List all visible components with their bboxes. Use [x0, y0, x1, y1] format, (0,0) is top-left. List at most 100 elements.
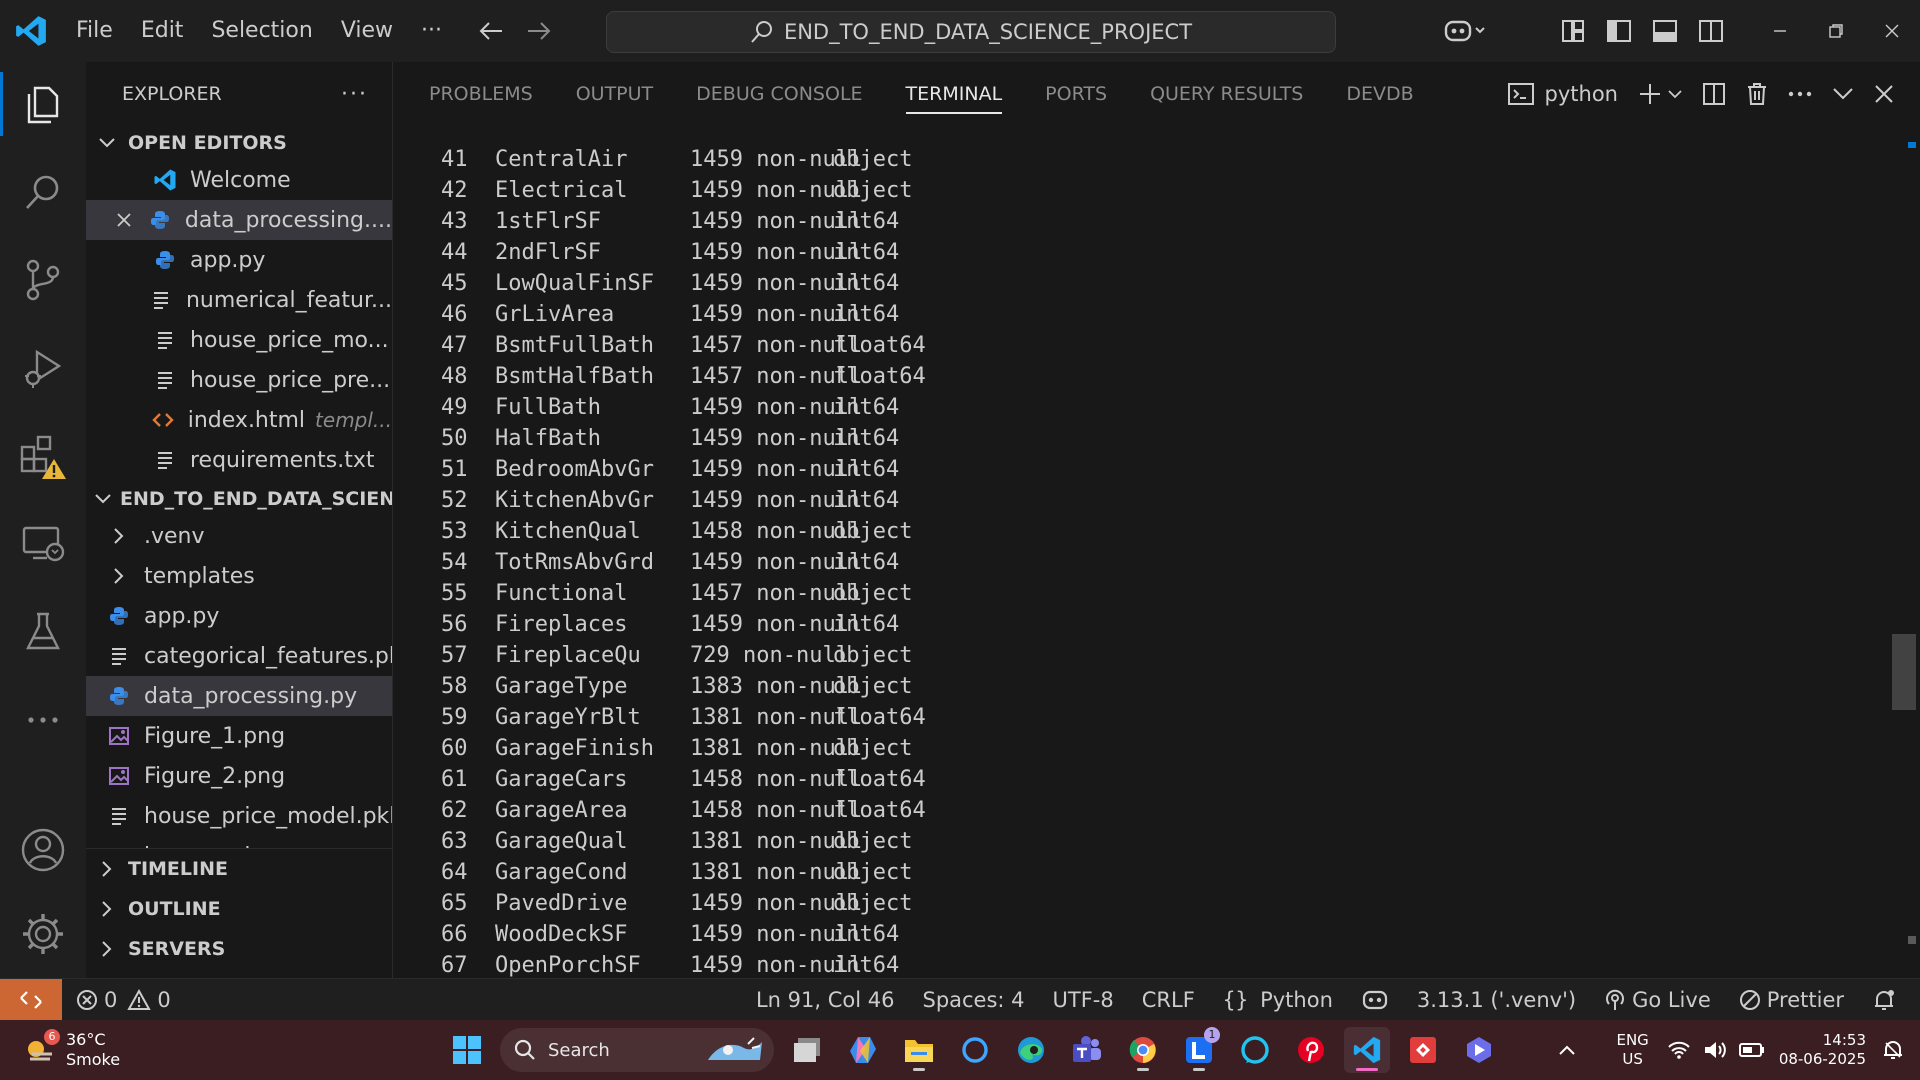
open-editors-section[interactable]: OPEN EDITORS	[86, 126, 392, 160]
timeline-section[interactable]: TIMELINE	[86, 849, 392, 889]
testing-flask-icon[interactable]	[0, 592, 86, 672]
anydesk-icon[interactable]	[1400, 1027, 1446, 1073]
explorer-more-button[interactable]: ···	[341, 82, 368, 107]
chrome-icon[interactable]	[1120, 1027, 1166, 1073]
new-terminal-button[interactable]	[1628, 62, 1692, 126]
open-editor-welcome[interactable]: Welcome	[86, 160, 392, 200]
toggle-secondary-sidebar-icon[interactable]	[1688, 0, 1734, 62]
cursor-position[interactable]: Ln 91, Col 46	[742, 979, 909, 1021]
file-item-categorical-features-pkl[interactable]: categorical_features.pkl	[86, 636, 392, 676]
tab-query-results[interactable]: QUERY RESULTS	[1150, 62, 1303, 126]
volume-icon[interactable]	[1697, 1040, 1733, 1060]
clock[interactable]: 14:53 08-06-2025	[1771, 1031, 1878, 1069]
explorer-icon[interactable]	[0, 64, 86, 144]
terminal-scrollbar[interactable]	[1892, 142, 1920, 978]
taskbar-search[interactable]: Search	[500, 1028, 774, 1072]
outline-section[interactable]: OUTLINE	[86, 889, 392, 929]
python-interpreter[interactable]: 3.13.1 ('.venv')	[1403, 979, 1590, 1021]
command-center-search[interactable]: END_TO_END_DATA_SCIENCE_PROJECT	[606, 11, 1336, 53]
scroll-thumb[interactable]	[1892, 634, 1916, 710]
tab-ports[interactable]: PORTS	[1045, 62, 1107, 126]
menu-edit[interactable]: Edit	[127, 0, 198, 62]
menu-more[interactable]: ···	[407, 0, 456, 62]
file-item-figure-1-png[interactable]: Figure_1.png	[86, 716, 392, 756]
close-window-icon[interactable]	[1864, 0, 1920, 62]
close-panel-icon[interactable]	[1864, 62, 1920, 126]
remote-indicator-icon[interactable]	[0, 978, 62, 1021]
wifi-icon[interactable]	[1661, 1040, 1697, 1060]
restore-icon[interactable]	[1808, 0, 1864, 62]
extensions-warning-icon[interactable]	[0, 416, 86, 496]
language-mode[interactable]: {} Python	[1209, 979, 1347, 1021]
toggle-sidebar-icon[interactable]	[1596, 0, 1642, 62]
file-item-house-price-preproce[interactable]: house_price_preproce...	[86, 836, 392, 849]
menu-view[interactable]: View	[327, 0, 407, 62]
battery-icon[interactable]	[1733, 1042, 1771, 1058]
l-app-icon[interactable]: 1	[1176, 1027, 1222, 1073]
project-section[interactable]: END_TO_END_DATA_SCIEN...	[86, 482, 392, 516]
edge-browser-icon[interactable]	[1008, 1027, 1054, 1073]
open-editor-index-html[interactable]: index.html templ...	[86, 400, 392, 440]
copilot-app-icon[interactable]	[840, 1027, 886, 1073]
cortana-circle-icon[interactable]	[952, 1027, 998, 1073]
file-explorer-icon[interactable]	[896, 1027, 942, 1073]
open-editor-requirements-txt[interactable]: requirements.txt	[86, 440, 392, 480]
manage-gear-icon[interactable]	[0, 894, 86, 974]
toggle-panel-icon[interactable]	[1642, 0, 1688, 62]
vscode-taskbar-icon[interactable]	[1344, 1027, 1390, 1073]
file-item-figure-2-png[interactable]: Figure_2.png	[86, 756, 392, 796]
kill-terminal-trash-icon[interactable]	[1736, 62, 1778, 126]
more-views-icon[interactable]	[0, 680, 86, 760]
teams-icon[interactable]	[1064, 1027, 1110, 1073]
tab-terminal[interactable]: TERMINAL	[905, 62, 1002, 126]
maximize-panel-chevron-icon[interactable]	[1822, 62, 1864, 126]
alexa-icon[interactable]	[1232, 1027, 1278, 1073]
dev-hexagon-icon[interactable]	[1456, 1027, 1502, 1073]
tab-problems[interactable]: PROBLEMS	[429, 62, 533, 126]
back-arrow-icon[interactable]	[478, 20, 504, 42]
notifications-bell-icon[interactable]	[1858, 979, 1920, 1021]
indentation[interactable]: Spaces: 4	[908, 979, 1038, 1021]
tab-output[interactable]: OUTPUT	[576, 62, 653, 126]
language-indicator[interactable]: ENG US	[1604, 1031, 1660, 1069]
close-editor-icon[interactable]	[114, 212, 135, 228]
menu-selection[interactable]: Selection	[197, 0, 326, 62]
prettier-button[interactable]: Prettier	[1725, 979, 1858, 1021]
open-editor-numerical-featur[interactable]: numerical_featur...	[86, 280, 392, 320]
open-editor-app-py[interactable]: app.py	[86, 240, 392, 280]
terminal-output[interactable]: 41 CentralAir 1459 non-nullobject 42 Electri…	[441, 144, 926, 981]
tab-devdb[interactable]: DEVDB	[1346, 62, 1413, 126]
copilot-status-icon[interactable]	[1347, 979, 1403, 1021]
open-editor-house-price-pre[interactable]: house_price_pre...	[86, 360, 392, 400]
file-item-templates[interactable]: templates	[86, 556, 392, 596]
open-editor-data-processing[interactable]: data_processing....	[86, 200, 392, 240]
menu-file[interactable]: File	[62, 0, 127, 62]
tray-overflow-chevron-icon[interactable]	[1544, 1044, 1590, 1056]
weather-widget[interactable]: 6 36°C Smoke	[22, 1024, 120, 1076]
pinterest-icon[interactable]	[1288, 1027, 1334, 1073]
run-debug-icon[interactable]	[0, 328, 86, 408]
task-view-icon[interactable]	[784, 1027, 830, 1073]
source-control-icon[interactable]	[0, 240, 86, 320]
file-item-data-processing-py[interactable]: data_processing.py	[86, 676, 392, 716]
terminal-selector[interactable]: python	[1497, 62, 1628, 126]
file-item-house-price-model-pkl[interactable]: house_price_model.pkl	[86, 796, 392, 836]
encoding[interactable]: UTF-8	[1039, 979, 1128, 1021]
panel-more-icon[interactable]	[1778, 62, 1822, 126]
forward-arrow-icon[interactable]	[526, 20, 552, 42]
accounts-icon[interactable]	[0, 810, 86, 890]
notification-center-icon[interactable]	[1878, 1039, 1920, 1061]
servers-section[interactable]: SERVERS	[86, 929, 392, 969]
tab-debug-console[interactable]: DEBUG CONSOLE	[696, 62, 862, 126]
problems-status[interactable]: 0 0	[62, 979, 185, 1021]
windows-start-icon[interactable]	[444, 1027, 490, 1073]
split-terminal-icon[interactable]	[1692, 62, 1736, 126]
open-editor-house-price-mo[interactable]: house_price_mo...	[86, 320, 392, 360]
go-live-button[interactable]: Go Live	[1590, 979, 1725, 1021]
end-of-line[interactable]: CRLF	[1128, 979, 1209, 1021]
copilot-icon[interactable]	[1430, 0, 1500, 62]
file-item-app-py[interactable]: app.py	[86, 596, 392, 636]
file-item-venv[interactable]: .venv	[86, 516, 392, 556]
remote-explorer-icon[interactable]	[0, 504, 86, 584]
minimize-icon[interactable]	[1752, 0, 1808, 62]
